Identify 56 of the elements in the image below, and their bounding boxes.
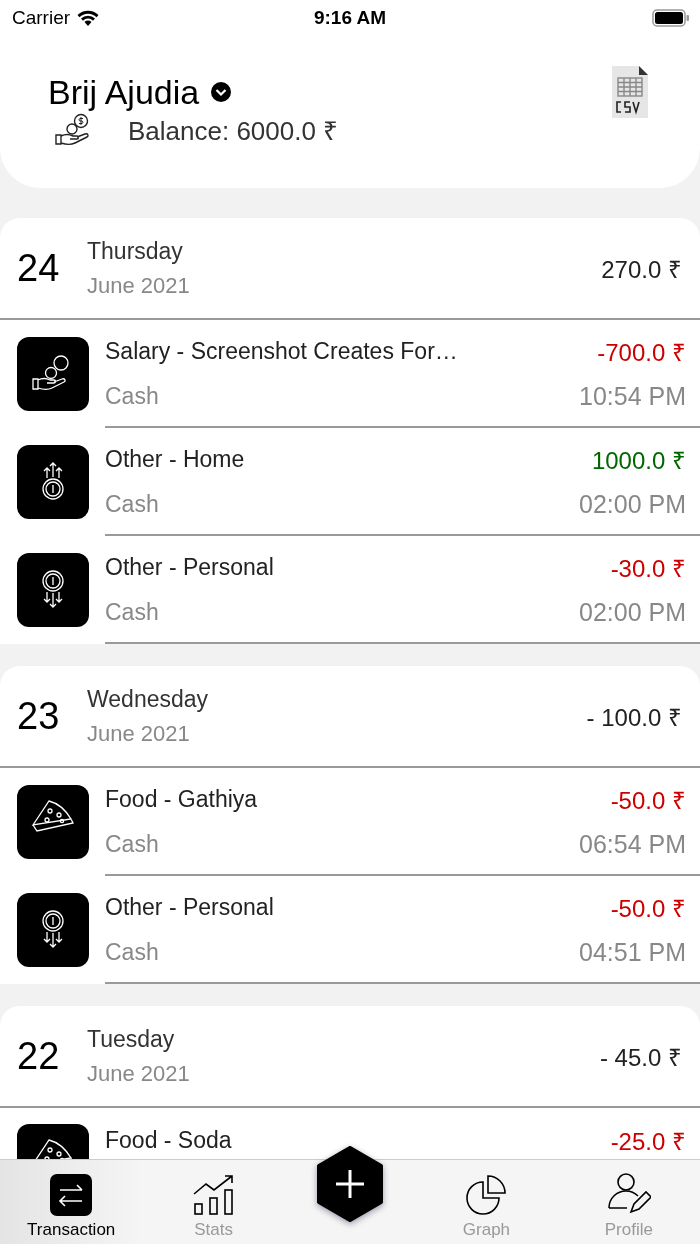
hand-coins-icon [17,337,89,411]
account-label: Cash [105,831,159,858]
graph-tab[interactable]: Graph [415,1160,558,1244]
stats-tab[interactable]: Stats [142,1160,285,1244]
battery-icon [652,9,690,27]
day-total: 270.0 ₹ [601,254,682,285]
swap-arrows-icon [50,1174,93,1216]
account-label: Cash [105,599,159,626]
account-label: Cash [105,939,159,966]
transaction-title: Food - Soda [105,1127,232,1154]
transaction-title: Other - Personal [105,554,274,581]
coin-arrows-down-icon [17,553,89,627]
weekday-label: Wednesday [87,685,209,713]
user-edit-icon [606,1172,651,1216]
csv-file-icon[interactable] [612,66,648,118]
month-label: June 2021 [87,272,190,299]
hand-coins-icon [54,113,92,147]
transaction-amount: -700.0 ₹ [597,338,686,368]
transaction-title: Other - Personal [105,894,274,921]
coin-arrows-down-icon [17,893,89,967]
day-number: 22 [17,1034,61,1078]
pie-chart-icon [464,1172,509,1216]
pizza-slice-icon [17,785,89,859]
transaction-time: 04:51 PM [579,938,686,967]
balance-text: Balance: 6000.0 ₹ [128,115,339,148]
weekday-label: Thursday [87,237,184,265]
transaction-title: Other - Home [105,446,245,473]
transaction-time: 02:00 PM [579,598,686,627]
transaction-amount: -25.0 ₹ [610,1127,686,1157]
profile-tab[interactable]: Profile [557,1160,700,1244]
day-number: 24 [17,246,61,290]
month-label: June 2021 [87,1060,190,1087]
add-button[interactable] [315,1146,385,1222]
clock-time: 9:16 AM [313,7,387,29]
month-label: June 2021 [87,720,191,747]
account-label: Cash [105,491,159,518]
transaction-title: Salary - Screenshot Creates For… [105,338,458,365]
transaction-time: 10:54 PM [579,382,686,411]
bar-chart-icon [191,1172,236,1216]
day-total: - 45.0 ₹ [599,1042,682,1073]
coin-arrows-up-icon [17,445,89,519]
transaction-amount: 1000.0 ₹ [591,446,686,476]
carrier-label: Carrier [12,7,71,29]
account-label: Cash [105,383,159,410]
transaction-time: 02:00 PM [579,490,686,519]
transaction-amount: -30.0 ₹ [610,554,686,584]
transaction-amount: -50.0 ₹ [610,786,686,816]
wifi-icon [76,9,101,27]
day-total: - 100.0 ₹ [586,702,682,733]
transaction-amount: -50.0 ₹ [610,894,686,924]
transaction-time: 06:54 PM [579,830,686,859]
day-number: 23 [17,694,61,738]
account-name[interactable]: Brij Ajudia [48,72,200,112]
weekday-label: Tuesday [87,1025,176,1053]
transaction-title: Food - Gathiya [105,786,258,813]
chevron-down-icon[interactable] [211,82,232,102]
